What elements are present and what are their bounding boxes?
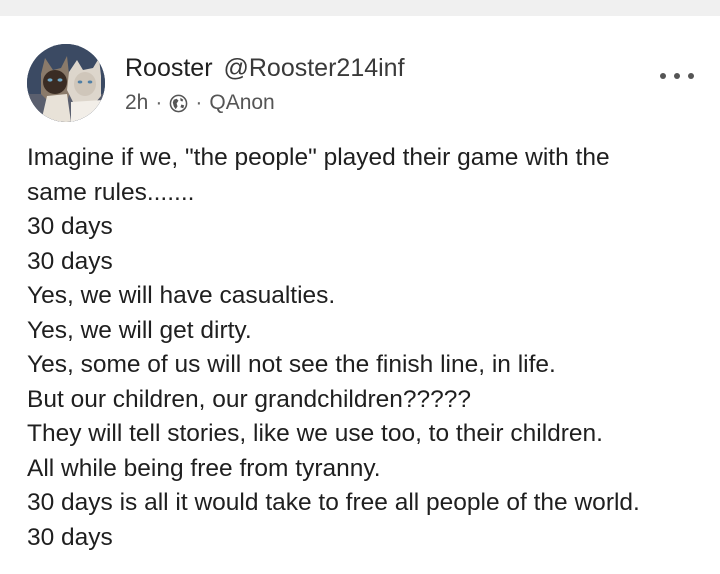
post-line: All while being free from tyranny. <box>27 454 381 482</box>
post-body: Imagine if we, "the people" played their… <box>27 141 707 555</box>
post-line: They will tell stories, like we use too,… <box>27 420 603 447</box>
post-line: 30 days is all it would take to free all… <box>27 489 640 516</box>
author-handle[interactable]: @Rooster214inf <box>224 54 405 82</box>
author-line: Rooster @Rooster214inf <box>125 54 405 82</box>
post-line: 30 days <box>27 523 113 551</box>
post-meta: 2h · · QAnon <box>125 91 405 115</box>
post-line: Yes, we will get dirty. <box>27 316 252 344</box>
post-line: But our children, our grandchildren????? <box>27 385 472 413</box>
post-line: Imagine if we, "the people" played their… <box>27 144 610 171</box>
post-line: 30 days <box>27 213 113 240</box>
author-name[interactable]: Rooster <box>125 54 213 82</box>
post-card: Rooster @Rooster214inf 2h · · QAnon Imag… <box>0 16 720 574</box>
top-separator <box>0 0 720 16</box>
post-header: Rooster @Rooster214inf 2h · · QAnon <box>125 54 405 115</box>
more-options-icon[interactable] <box>660 68 694 84</box>
separator-dot: · <box>195 91 203 114</box>
globe-icon <box>169 94 188 113</box>
post-line: Yes, some of us will not see the finish … <box>27 351 556 378</box>
post-time[interactable]: 2h <box>125 91 148 115</box>
post-line: same rules....... <box>27 178 195 206</box>
avatar[interactable] <box>27 44 105 122</box>
separator-dot: · <box>155 91 163 114</box>
post-line: 30 days <box>27 247 113 275</box>
post-line: Yes, we will have casualties. <box>27 282 336 309</box>
group-name[interactable]: QAnon <box>209 91 274 115</box>
